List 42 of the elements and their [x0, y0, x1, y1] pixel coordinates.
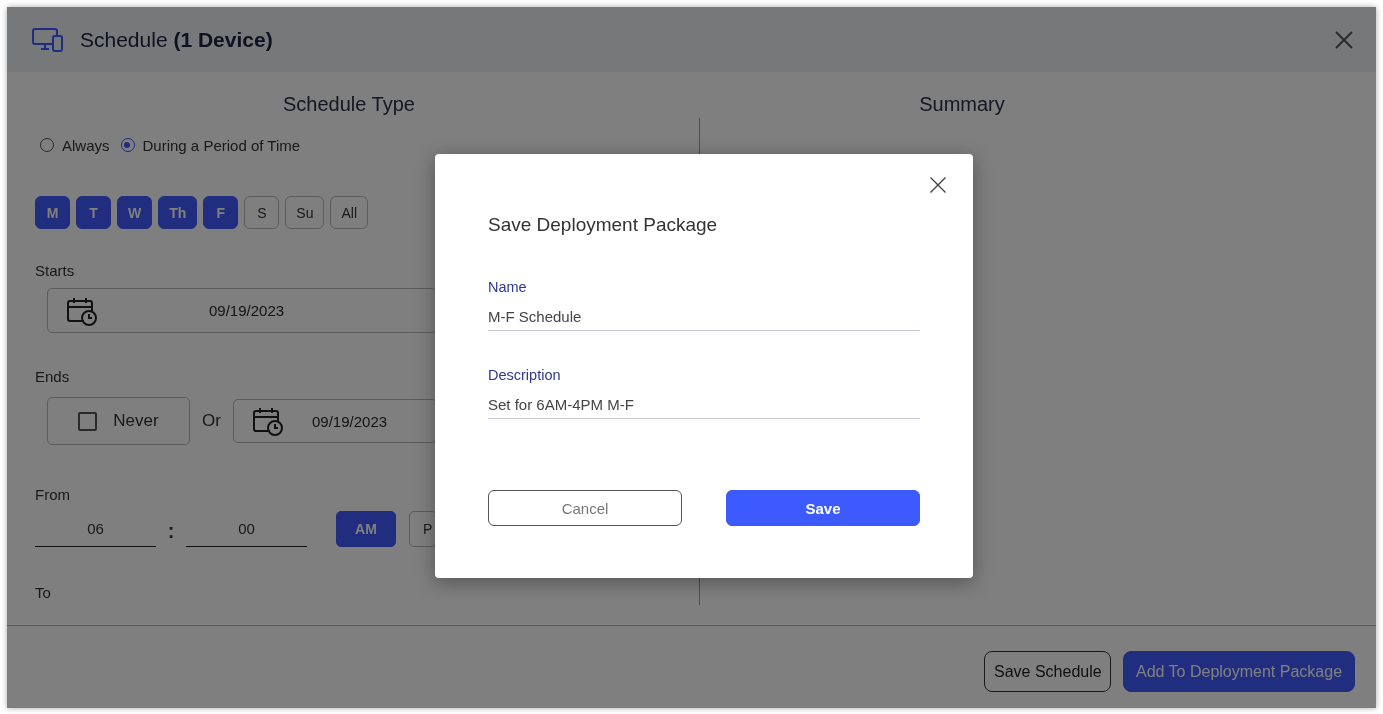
- hour-field[interactable]: 06: [35, 511, 156, 547]
- section-heading: Summary: [918, 92, 1006, 117]
- day-button[interactable]: Th: [158, 196, 198, 229]
- calendar-clock-icon: [253, 406, 283, 436]
- minute-field[interactable]: 00: [186, 511, 307, 547]
- section-heading: Schedule Type: [282, 92, 416, 117]
- day-button[interactable]: All: [330, 196, 368, 229]
- date-field[interactable]: 09/19/2023: [47, 288, 437, 333]
- monitor-phone-icon: [32, 27, 64, 52]
- field-label: Ends: [35, 368, 70, 386]
- cancel-button[interactable]: Cancel: [488, 490, 682, 526]
- checkbox[interactable]: [78, 411, 98, 431]
- field-label: To: [35, 584, 51, 602]
- text-field[interactable]: Set for 6AM-4PM M-F: [488, 390, 920, 419]
- day-button[interactable]: W: [117, 196, 153, 229]
- close-icon: [930, 177, 946, 193]
- close-icon: [1335, 30, 1353, 49]
- secondary-button[interactable]: Save Schedule: [984, 651, 1111, 692]
- dialog-title: Save Deployment Package: [488, 213, 719, 237]
- day-button[interactable]: T: [76, 196, 111, 229]
- field-label: Starts: [35, 262, 75, 280]
- field-label: Description: [488, 366, 562, 384]
- field-label: From: [35, 486, 70, 504]
- or-text: Or: [201, 411, 222, 431]
- day-button[interactable]: F: [203, 196, 239, 229]
- calendar-clock-icon: [67, 295, 97, 326]
- radio-label[interactable]: Always: [62, 136, 110, 154]
- radio-label[interactable]: During a Period of Time: [142, 136, 301, 154]
- day-button[interactable]: M: [35, 196, 70, 229]
- time-separator: :: [166, 518, 176, 543]
- day-button[interactable]: S: [244, 196, 280, 229]
- field-label: Name: [488, 278, 528, 296]
- close-button[interactable]: [930, 177, 946, 193]
- day-button[interactable]: Su: [285, 196, 325, 229]
- primary-button[interactable]: Add To Deployment Package: [1123, 651, 1355, 692]
- never-button[interactable]: Never: [47, 397, 190, 445]
- period-button[interactable]: AM: [336, 511, 396, 547]
- period-button[interactable]: P: [409, 511, 437, 547]
- save-button[interactable]: Save: [726, 490, 920, 526]
- text-field[interactable]: M-F Schedule: [488, 302, 920, 331]
- window-title: Schedule (1 Device): [80, 27, 273, 52]
- date-field[interactable]: 09/19/2023: [233, 399, 437, 443]
